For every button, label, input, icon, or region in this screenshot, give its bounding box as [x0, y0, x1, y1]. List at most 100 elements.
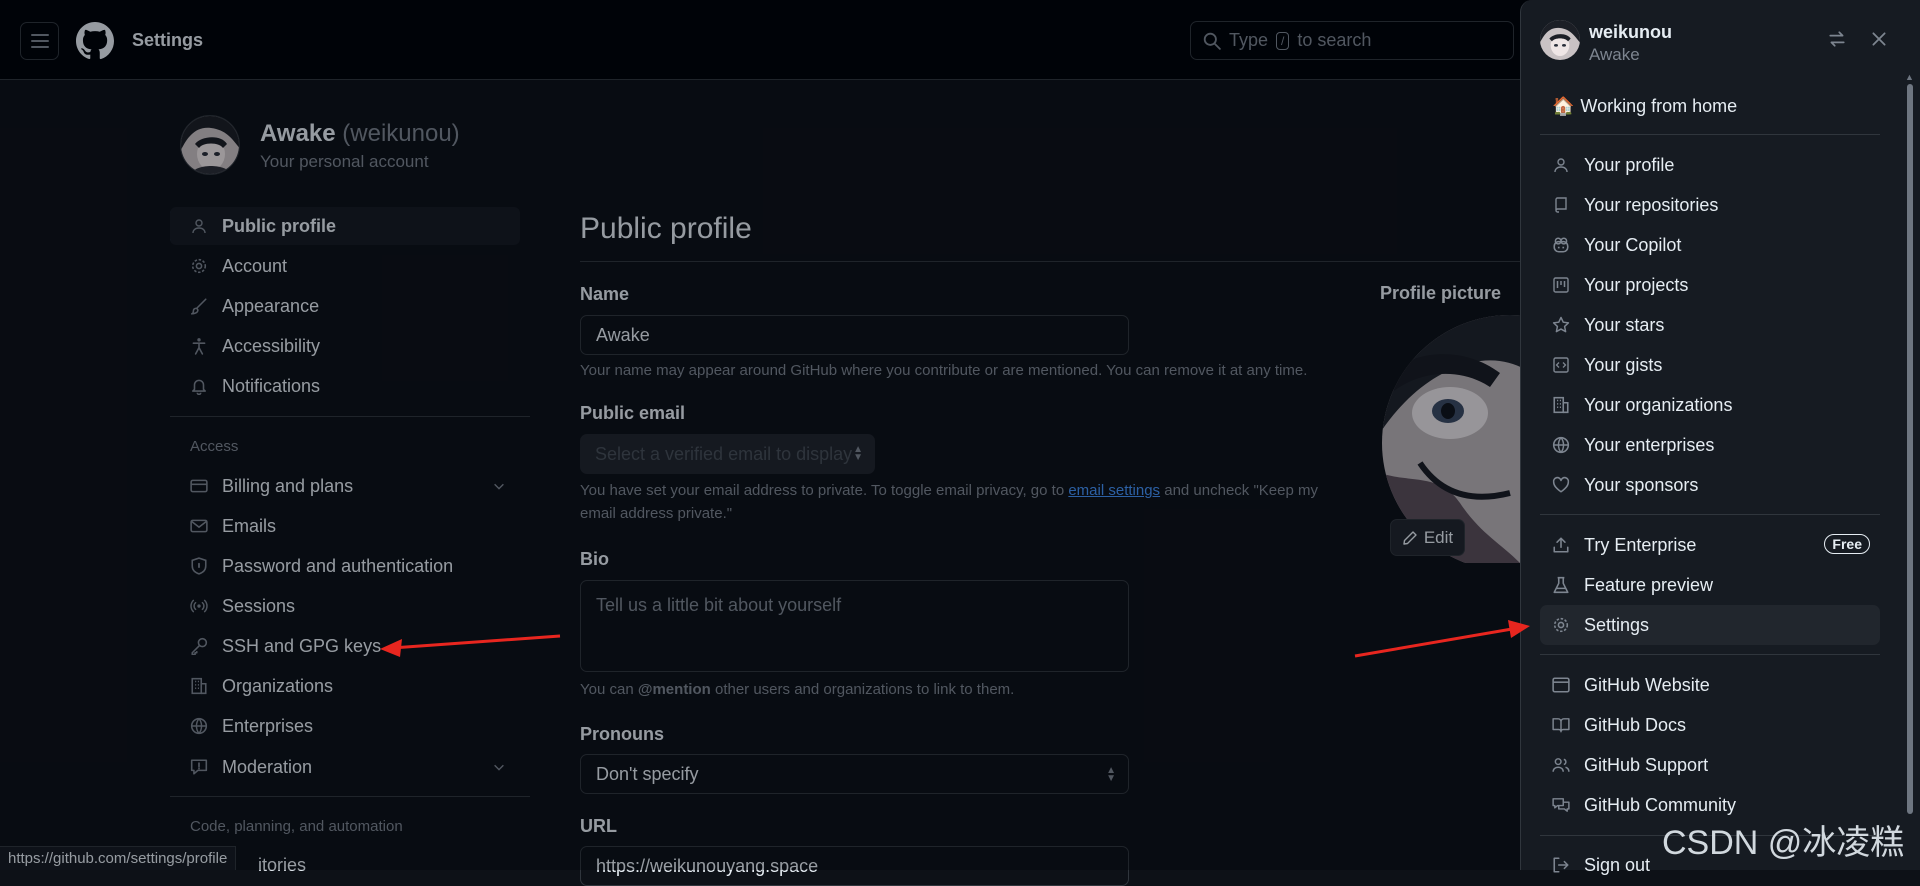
menu-item-label: Your profile — [1584, 154, 1675, 175]
credit-card-icon — [188, 478, 210, 494]
public-email-select[interactable]: Select a verified email to display ▲ ▼ — [580, 434, 875, 474]
sidebar-item-billing[interactable]: Billing and plans — [170, 467, 520, 505]
menu-item-label: Your Copilot — [1584, 234, 1682, 255]
sidebar-item-password[interactable]: Password and authentication — [170, 547, 520, 585]
bio-textarea[interactable]: Tell us a little bit about yourself — [580, 580, 1129, 672]
broadcast-icon — [188, 597, 210, 615]
sidebar-item-repositories[interactable]: itories — [258, 855, 306, 876]
scroll-up-arrow-icon[interactable]: ▲ — [1905, 72, 1914, 82]
menu-item-label: Your organizations — [1584, 394, 1733, 415]
menu-item-feature-preview[interactable]: Feature preview — [1540, 565, 1880, 605]
accessibility-icon — [188, 337, 210, 355]
sidebar-item-label: Sessions — [222, 595, 296, 616]
menu-item-your-enterprises[interactable]: Your enterprises — [1540, 425, 1880, 465]
menu-item-your-projects[interactable]: Your projects — [1540, 265, 1880, 305]
account-avatar[interactable] — [180, 115, 240, 175]
switch-account-icon[interactable] — [1828, 30, 1846, 48]
panel-divider — [1540, 514, 1880, 515]
scrollbar-thumb[interactable] — [1907, 84, 1913, 814]
menu-item-github-support[interactable]: GitHub Support — [1540, 745, 1880, 785]
bio-note: You can @mention other users and organiz… — [580, 678, 1180, 701]
menu-item-your-stars[interactable]: Your stars — [1540, 305, 1880, 345]
header-title[interactable]: Settings — [132, 30, 203, 51]
sidebar-item-label: Account — [222, 255, 288, 276]
edit-profile-picture-button[interactable]: Edit — [1390, 519, 1465, 556]
url-field[interactable]: https://weikunouyang.space — [580, 846, 1129, 886]
email-settings-link[interactable]: email settings — [1068, 482, 1160, 499]
menu-item-your-organizations[interactable]: Your organizations — [1540, 385, 1880, 425]
pronouns-label: Pronouns — [580, 724, 664, 744]
code-square-icon — [1550, 357, 1572, 373]
bell-icon — [188, 377, 210, 395]
repo-icon — [1550, 196, 1572, 214]
globe-icon — [188, 717, 210, 735]
name-field[interactable]: Awake — [580, 315, 1129, 355]
menu-item-label: Sign out — [1584, 854, 1651, 875]
menu-item-label: Settings — [1584, 614, 1650, 635]
email-note: You have set your email address to priva… — [580, 479, 1340, 525]
email-note-text: You have set your email address to priva… — [580, 482, 1065, 499]
people-icon — [1550, 757, 1572, 773]
sidebar-item-label: Password and authentication — [222, 555, 454, 576]
menu-item-label: GitHub Website — [1584, 674, 1710, 695]
arrow-to-settings — [1354, 620, 1530, 658]
sidebar-item-ssh-gpg-keys[interactable]: SSH and GPG keys — [170, 627, 520, 665]
sidebar-item-appearance[interactable]: Appearance — [170, 287, 520, 325]
bio-note-text: You can — [580, 681, 634, 698]
menu-button[interactable] — [20, 22, 59, 60]
book-icon — [1550, 717, 1572, 733]
sign-out-icon — [1550, 857, 1572, 873]
close-icon[interactable] — [1870, 30, 1888, 48]
sidebar-item-enterprises[interactable]: Enterprises — [170, 707, 520, 745]
account-name[interactable]: Awake (weikunou) — [260, 120, 460, 148]
menu-item-your-profile[interactable]: Your profile — [1540, 145, 1880, 185]
menu-item-github-docs[interactable]: GitHub Docs — [1540, 705, 1880, 745]
account-subtitle: Your personal account — [260, 152, 429, 171]
menu-item-label: GitHub Community — [1584, 794, 1737, 815]
mention-text: @mention — [637, 681, 711, 698]
pronouns-select[interactable]: Don't specify ▲ ▼ — [580, 754, 1129, 794]
search-input[interactable]: Type / to search — [1190, 21, 1514, 60]
star-icon — [1550, 316, 1572, 334]
menu-item-your-repositories[interactable]: Your repositories — [1540, 185, 1880, 225]
menu-item-your-gists[interactable]: Your gists — [1540, 345, 1880, 385]
globe-icon — [1550, 436, 1572, 454]
sidebar-item-sessions[interactable]: Sessions — [170, 587, 520, 625]
person-icon — [1550, 157, 1572, 173]
menu-item-your-sponsors[interactable]: Your sponsors — [1540, 465, 1880, 505]
set-status-button[interactable]: 🏠 Working from home — [1540, 86, 1880, 126]
organization-icon — [188, 677, 210, 695]
public-email-placeholder: Select a verified email to display — [595, 443, 853, 464]
bio-note-text: other users and organizations to link to… — [714, 681, 1015, 698]
sidebar-item-label: Emails — [222, 515, 277, 536]
search-shortcut-key: / — [1276, 31, 1290, 50]
menu-item-label: Your sponsors — [1584, 474, 1699, 495]
chevron-down-icon[interactable] — [492, 479, 506, 493]
free-badge: Free — [1824, 534, 1870, 554]
status-bar-url: https://github.com/settings/profile — [0, 846, 237, 870]
hamburger-icon — [30, 34, 49, 48]
sidebar-item-notifications[interactable]: Notifications — [170, 367, 520, 405]
menu-item-settings[interactable]: Settings — [1540, 605, 1880, 645]
sidebar-item-account[interactable]: Account — [170, 247, 520, 285]
menu-item-github-website[interactable]: GitHub Website — [1540, 665, 1880, 705]
email-note-text: and uncheck "Keep my — [1164, 482, 1318, 499]
sidebar-heading-access: Access — [190, 438, 239, 455]
name-label: Name — [580, 284, 630, 304]
chevron-down-icon[interactable] — [492, 760, 506, 774]
menu-item-your-copilot[interactable]: Your Copilot — [1540, 225, 1880, 265]
sidebar-item-public-profile[interactable]: Public profile — [170, 207, 520, 245]
sidebar-item-emails[interactable]: Emails — [170, 507, 520, 545]
sidebar-item-accessibility[interactable]: Accessibility — [170, 327, 520, 365]
menu-item-try-enterprise[interactable]: Try Enterprise Free — [1540, 525, 1880, 565]
account-handle: (weikunou) — [342, 120, 460, 147]
menu-item-label: Feature preview — [1584, 574, 1714, 595]
search-icon — [1203, 32, 1221, 50]
comment-discussion-icon — [1550, 797, 1572, 813]
github-logo-icon[interactable] — [76, 22, 114, 60]
sidebar-item-moderation[interactable]: Moderation — [170, 748, 520, 786]
sidebar-item-organizations[interactable]: Organizations — [170, 667, 520, 705]
report-icon — [188, 758, 210, 776]
public-email-label: Public email — [580, 403, 686, 423]
menu-item-label: GitHub Support — [1584, 754, 1709, 775]
